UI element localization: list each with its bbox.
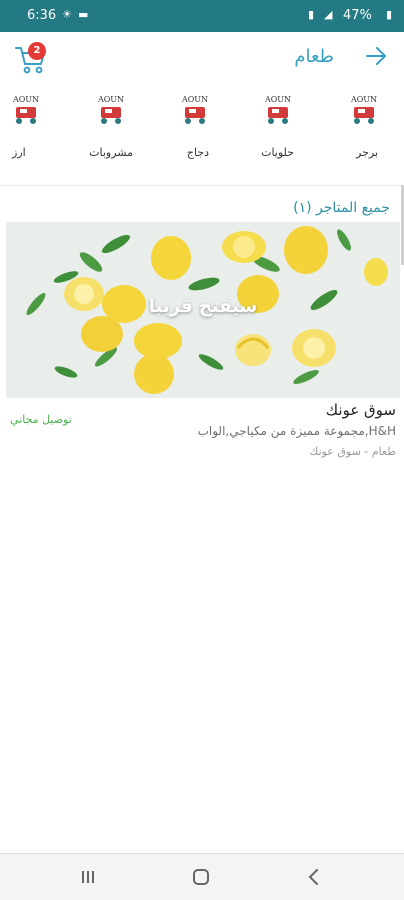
store-name[interactable]: سوق عونك: [326, 401, 396, 419]
category-item[interactable]: AOUN حلويات: [258, 88, 298, 168]
back-icon[interactable]: [303, 866, 325, 888]
status-bar: 6:36 ☀ ▬ ▮ ◢ 47% ▮: [0, 0, 404, 32]
svg-text:AOUN: AOUN: [264, 95, 291, 104]
category-item[interactable]: AOUN مشروبات: [89, 88, 133, 168]
category-item[interactable]: AOUN ارز: [6, 88, 46, 168]
message-icon: ▬: [78, 8, 89, 21]
category-list: AOUN برجر AOUN حلويات AOUN دجاج AOUN مشر…: [0, 88, 404, 174]
brightness-icon: ☀: [62, 8, 72, 21]
opening-soon-text: سيفتح قريبا: [148, 296, 258, 317]
category-logo: AOUN: [264, 95, 291, 124]
category-label: حلويات: [261, 146, 294, 159]
battery-level: 47%: [343, 8, 372, 23]
category-label: مشروبات: [89, 146, 133, 159]
svg-text:AOUN: AOUN: [12, 95, 39, 104]
svg-text:AOUN: AOUN: [181, 95, 208, 104]
status-time: 6:36: [27, 8, 57, 23]
free-delivery-label: توصيل مجاني: [10, 413, 72, 426]
app-bar: 2 طعام: [0, 32, 404, 84]
section-title: جميع المتاجر (١): [293, 200, 390, 216]
recent-apps-icon[interactable]: [77, 866, 99, 888]
category-logo: AOUN: [350, 95, 377, 124]
divider: [0, 185, 404, 186]
signal-icon: ◢: [324, 8, 333, 21]
page-title: طعام: [294, 46, 334, 67]
category-label: ارز: [12, 146, 26, 159]
battery-icon: ▮: [386, 8, 393, 21]
back-arrow-icon[interactable]: [364, 44, 388, 68]
category-label: برجر: [356, 146, 378, 159]
svg-text:AOUN: AOUN: [350, 95, 377, 104]
category-item[interactable]: AOUN برجر: [344, 88, 384, 168]
volte-icon: ▮: [308, 8, 315, 21]
category-item[interactable]: AOUN دجاج: [175, 88, 215, 168]
store-meta: طعام - سوق عونك: [309, 445, 396, 458]
home-icon[interactable]: [190, 866, 212, 888]
category-logo: AOUN: [12, 95, 39, 124]
store-description: مجموعة مميزة من مكياجي,الواب,H&H: [197, 424, 396, 438]
category-logo: AOUN: [97, 95, 124, 124]
category-logo: AOUN: [181, 95, 208, 124]
cart-count-badge: 2: [28, 42, 46, 60]
system-nav-bar: [0, 853, 404, 900]
svg-text:AOUN: AOUN: [97, 95, 124, 104]
store-banner[interactable]: سيفتح قريبا: [6, 222, 400, 398]
category-label: دجاج: [186, 146, 209, 159]
